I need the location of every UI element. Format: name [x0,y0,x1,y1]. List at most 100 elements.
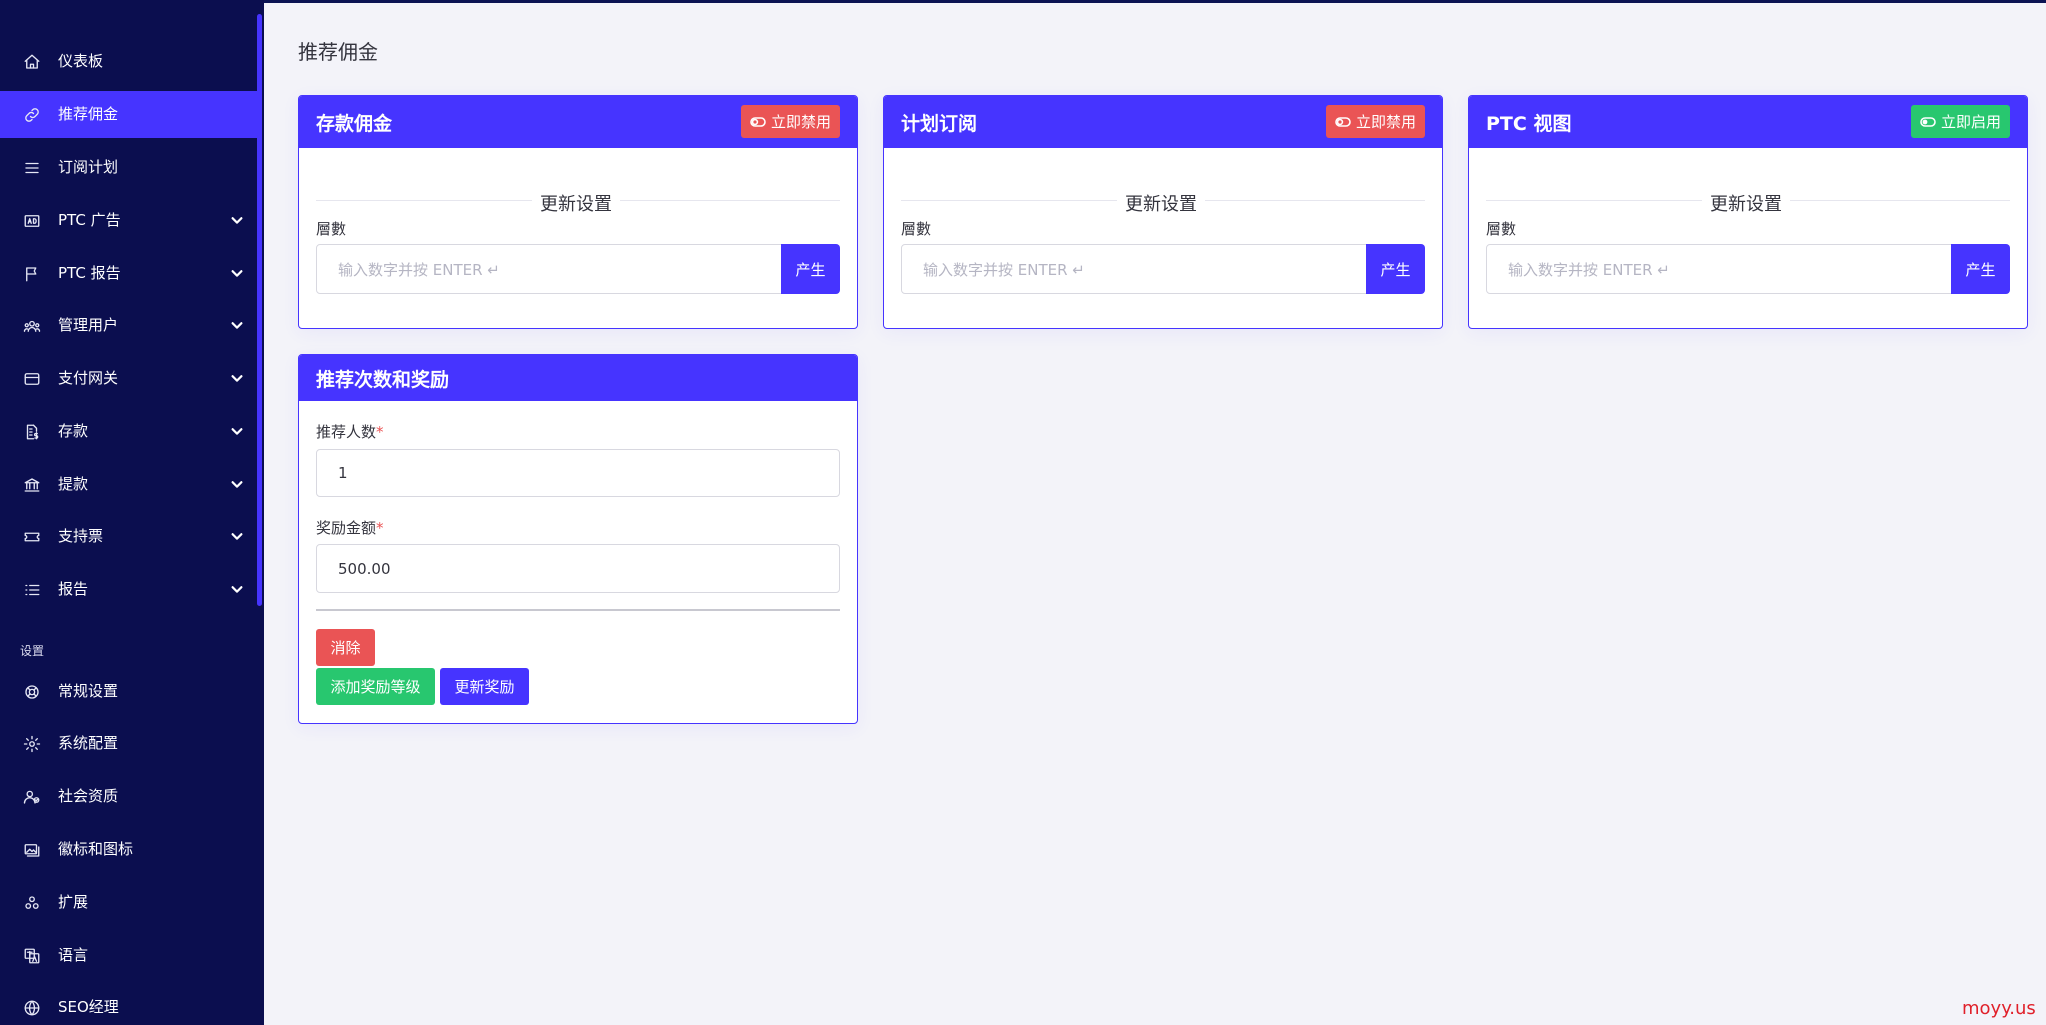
card-title: 推荐次数和奖励 [316,369,450,391]
sidebar-item-system-config[interactable]: 系统配置 [0,720,258,767]
card-header: 推荐次数和奖励 [299,355,857,401]
sidebar-item-label: 仪表板 [58,52,104,70]
ad-icon [22,211,42,231]
sidebar-item-subscription-plan[interactable]: 订阅计划 [0,144,258,191]
generate-button[interactable]: 产生 [781,244,840,294]
divider-title: 更新设置 [532,190,620,216]
users-icon [22,316,42,336]
sidebar-item-social-credentials[interactable]: 社会资质 [0,773,258,820]
reward-amount-input[interactable]: 500.00 [316,544,840,593]
referral-count-label: 推荐人数* [316,421,384,442]
sidebar-item-label: 语言 [58,946,89,964]
sidebar-item-label: 提款 [58,475,89,493]
sidebar-item-logo-favicon[interactable]: 徽标和图标 [0,826,258,873]
language-icon [22,946,42,966]
generate-button[interactable]: 产生 [1366,244,1425,294]
card-header: 计划订阅 立即禁用 [884,96,1442,148]
levels-label: 層數 [901,220,932,238]
sidebar-item-ptc-reports[interactable]: PTC 报告 [0,250,258,297]
deposit-commission-card: 存款佣金 立即禁用 更新设置 層數 输入数字并按 ENTER ↵ 产生 [298,95,858,329]
sidebar-item-manage-users[interactable]: 管理用户 [0,302,258,349]
sidebar-item-referral-commission[interactable]: 推荐佣金 [0,91,258,138]
sidebar-item-label: 徽标和图标 [58,840,134,858]
levels-label: 層數 [1486,220,1517,238]
sidebar-item-label: PTC 广告 [58,211,121,229]
ptc-view-card: PTC 视图 立即启用 更新设置 層數 输入数字并按 ENTER ↵ 产生 [1468,95,2028,329]
sidebar-item-label: 推荐佣金 [58,105,119,123]
sidebar-item-label: 常规设置 [58,682,119,700]
sidebar-item-label: SEO经理 [58,998,119,1016]
levels-input[interactable]: 输入数字并按 ENTER ↵ [901,244,1367,294]
toggle-label: 立即禁用 [1355,113,1416,131]
home-icon [22,52,42,72]
sidebar-item-extensions[interactable]: 扩展 [0,879,258,926]
card-header: 存款佣金 立即禁用 [299,96,857,148]
disable-now-button[interactable]: 立即禁用 [740,105,840,138]
chevron-down-icon [230,477,246,493]
link-icon [22,105,42,125]
chevron-down-icon [230,318,246,334]
sidebar-item-withdrawals[interactable]: 提款 [0,461,258,508]
required-mark: * [376,519,384,537]
update-reward-button[interactable]: 更新奖励 [440,668,529,705]
sidebar-item-language[interactable]: 语言 [0,932,258,979]
label-text: 推荐人数 [316,423,377,441]
levels-label: 層數 [316,220,347,238]
divider [316,609,840,611]
top-border [264,0,2046,3]
sidebar-item-dashboard[interactable]: 仪表板 [0,38,258,85]
ticket-icon [22,527,42,547]
credit-card-icon [22,369,42,389]
sidebar-item-label: 扩展 [58,893,89,911]
chevron-down-icon [230,266,246,282]
referral-rewards-card: 推荐次数和奖励 推荐人数* 1 奖励金额* 500.00 消除 添加奖励等级 更… [298,354,858,724]
toggle-on-icon [1920,116,1936,127]
toggle-label: 立即禁用 [770,113,831,131]
sidebar-item-reports[interactable]: 报告 [0,566,258,613]
sidebar-item-payment-gateways[interactable]: 支付网关 [0,355,258,402]
sidebar-item-label: 系统配置 [58,734,119,752]
sidebar-item-label: 支付网关 [58,369,119,387]
sidebar-item-support-tickets[interactable]: 支持票 [0,513,258,560]
card-title: 存款佣金 [316,113,393,135]
sidebar-item-label: PTC 报告 [58,264,121,282]
sidebar-item-label: 订阅计划 [58,158,119,176]
levels-input[interactable]: 输入数字并按 ENTER ↵ [316,244,782,294]
divider-title: 更新设置 [1702,190,1790,216]
life-ring-icon [22,682,42,702]
sidebar-item-label: 管理用户 [58,316,119,334]
chevron-down-icon [230,582,246,598]
images-icon [22,840,42,860]
chevron-down-icon [230,529,246,545]
referral-count-input[interactable]: 1 [316,449,840,497]
sidebar-item-deposits[interactable]: 存款 [0,408,258,455]
add-reward-level-button[interactable]: 添加奖励等级 [316,668,435,705]
menu-icon [22,158,42,178]
reward-amount-label: 奖励金额* [316,517,384,538]
sidebar-section-settings: 设置 [20,644,45,658]
sidebar-item-label: 支持票 [58,527,104,545]
sidebar-item-general-settings[interactable]: 常规设置 [0,668,258,715]
cogs-icon [22,893,42,913]
user-check-icon [22,787,42,807]
bank-icon [22,475,42,495]
levels-input[interactable]: 输入数字并按 ENTER ↵ [1486,244,1952,294]
card-title: PTC 视图 [1486,113,1572,135]
label-text: 奖励金额 [316,519,377,537]
disable-now-button[interactable]: 立即禁用 [1325,105,1425,138]
sidebar-item-label: 存款 [58,422,89,440]
enable-now-button[interactable]: 立即启用 [1910,105,2010,138]
required-mark: * [376,423,384,441]
delete-button[interactable]: 消除 [316,629,375,666]
sidebar: 仪表板 推荐佣金 订阅计划 PTC 广告 PTC 报告 管理用户 支付网关 存款… [0,0,264,1025]
flag-icon [22,264,42,284]
generate-button[interactable]: 产生 [1951,244,2010,294]
list-icon [22,580,42,600]
divider-title: 更新设置 [1117,190,1205,216]
toggle-off-icon [750,116,766,127]
gear-icon [22,734,42,754]
chevron-down-icon [230,371,246,387]
sidebar-item-seo-manager[interactable]: SEO经理 [0,984,258,1025]
globe-icon [22,998,42,1018]
sidebar-item-ptc-ads[interactable]: PTC 广告 [0,197,258,244]
